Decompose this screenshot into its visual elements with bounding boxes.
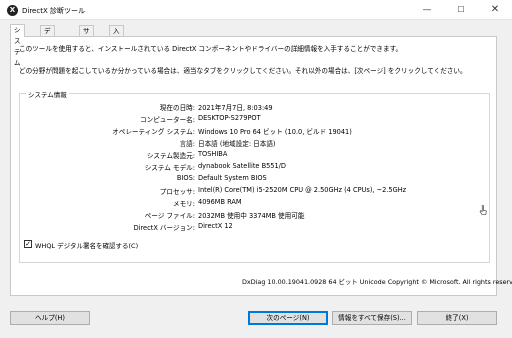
info-label: システム モデル:	[144, 164, 195, 172]
info-value: 2032MB 使用中 3374MB 使用可能	[198, 212, 305, 220]
info-value: 2021年7月7日, 8:03:49	[198, 104, 273, 112]
mouse-cursor-icon	[479, 205, 487, 215]
next-page-button[interactable]: 次のページ(N)	[248, 311, 328, 325]
system-tab-panel: このツールを使用すると、インストールされている DirectX コンポーネントや…	[10, 36, 512, 296]
info-value: Default System BIOS	[198, 174, 267, 182]
info-row-processor: プロセッサ: Intel(R) Core(TM) i5-2520M CPU @ …	[20, 186, 490, 197]
close-button[interactable]: ✕	[478, 0, 512, 20]
info-value: 4096MB RAM	[198, 198, 242, 206]
info-row-manufacturer: システム製造元: TOSHIBA	[20, 150, 490, 161]
exit-button[interactable]: 終了(X)	[417, 311, 497, 325]
info-label: 現在の日時:	[159, 104, 195, 112]
dxdiag-version-text: DxDiag 10.00.19041.0928 64 ビット Unicode C…	[242, 278, 512, 286]
info-value: Windows 10 Pro 64 ビット (10.0, ビルド 19041)	[198, 128, 352, 136]
info-row-os: オペレーティング システム: Windows 10 Pro 64 ビット (10…	[20, 126, 490, 137]
info-row-language: 言語: 日本語 (地域設定: 日本語)	[20, 138, 490, 149]
whql-checkbox[interactable]: ✓	[24, 240, 32, 248]
info-row-computer-name: コンピューター名: DESKTOP-S279POT	[20, 114, 490, 125]
directx-app-icon: X	[7, 5, 18, 16]
maximize-button[interactable]: ☐	[444, 0, 478, 20]
info-row-directx-version: DirectX バージョン: DirectX 12	[20, 222, 490, 233]
tab-system[interactable]: システム	[10, 24, 25, 67]
info-value: Intel(R) Core(TM) i5-2520M CPU @ 2.50GHz…	[198, 186, 407, 194]
info-row-page-file: ページ ファイル: 2032MB 使用中 3374MB 使用可能	[20, 210, 490, 221]
info-label: オペレーティング システム:	[112, 128, 195, 136]
help-button[interactable]: ヘルプ(H)	[10, 311, 90, 325]
info-value: TOSHIBA	[198, 150, 228, 158]
intro-text-1: このツールを使用すると、インストールされている DirectX コンポーネントや…	[19, 45, 403, 53]
info-label: システム製造元:	[146, 152, 195, 160]
info-label: コンピューター名:	[140, 116, 195, 124]
info-value: DirectX 12	[198, 222, 233, 230]
info-value: DESKTOP-S279POT	[198, 114, 261, 122]
info-label: DirectX バージョン:	[133, 224, 195, 232]
window-title: DirectX 診断ツール	[22, 7, 85, 15]
info-row-model: システム モデル: dynabook Satellite B551/D	[20, 162, 490, 173]
whql-checkbox-label[interactable]: WHQL デジタル署名を確認する(C)	[35, 240, 138, 250]
info-label: プロセッサ:	[159, 188, 195, 196]
info-label: メモリ:	[172, 200, 195, 208]
title-bar: X DirectX 診断ツール — ☐ ✕	[0, 0, 512, 20]
info-value: 日本語 (地域設定: 日本語)	[198, 140, 276, 148]
info-row-memory: メモリ: 4096MB RAM	[20, 198, 490, 209]
info-label: 言語:	[179, 140, 195, 148]
info-row-bios: BIOS: Default System BIOS	[20, 174, 490, 185]
intro-text-2: どの分野が問題を起こしているか分かっている場合は、適当なタブをクリックしてくださ…	[19, 67, 467, 75]
info-label: BIOS:	[176, 174, 195, 182]
save-all-info-button[interactable]: 情報をすべて保存(S)...	[332, 311, 412, 325]
minimize-button[interactable]: —	[410, 0, 444, 20]
info-row-datetime: 現在の日時: 2021年7月7日, 8:03:49	[20, 102, 490, 113]
info-value: dynabook Satellite B551/D	[198, 162, 286, 170]
info-label: ページ ファイル:	[144, 212, 195, 220]
system-info-group-label: システム情報	[26, 89, 69, 99]
system-info-group: システム情報 現在の日時: 2021年7月7日, 8:03:49 コンピューター…	[19, 89, 490, 263]
